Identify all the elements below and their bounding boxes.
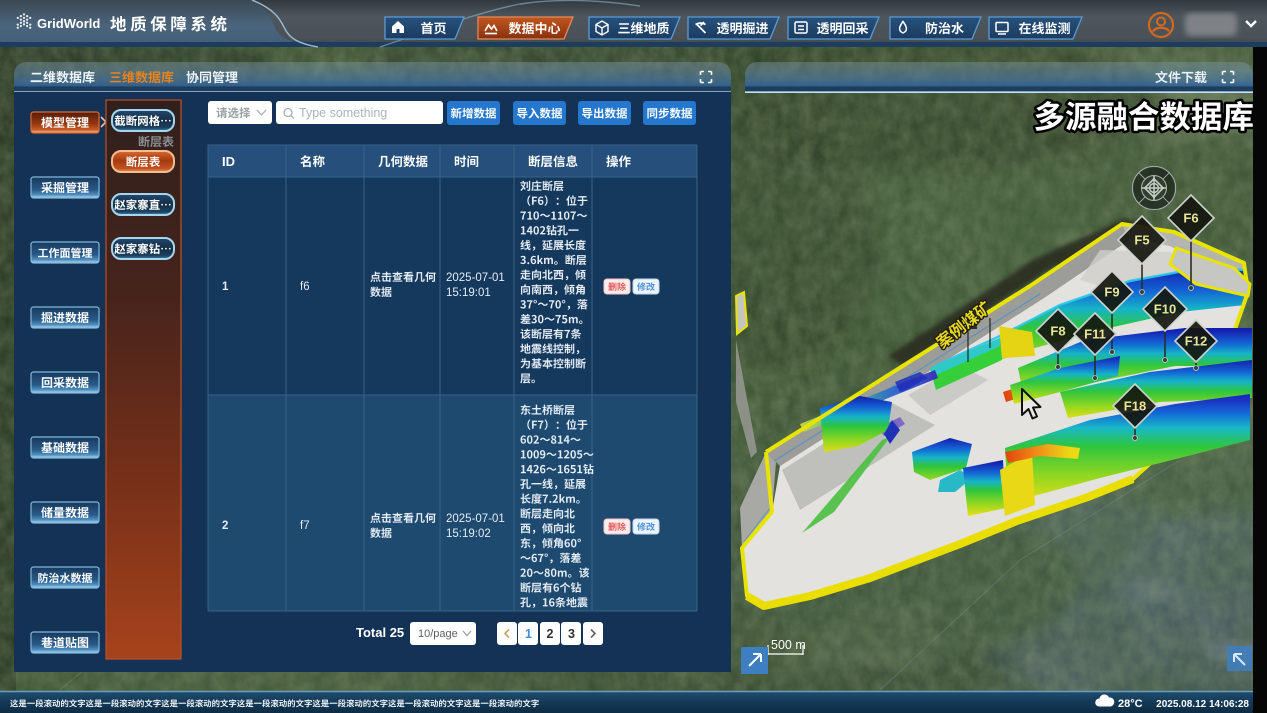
svg-text:F6: F6 xyxy=(1183,211,1198,226)
svg-text:F8: F8 xyxy=(1050,324,1065,339)
svg-text:1: 1 xyxy=(222,281,229,293)
svg-text:2025-07-01: 2025-07-01 xyxy=(446,272,505,284)
svg-text:Type something: Type something xyxy=(299,106,387,120)
svg-text:F9: F9 xyxy=(1104,285,1119,300)
svg-text:2025.08.12 14:06:28: 2025.08.12 14:06:28 xyxy=(1156,699,1249,710)
svg-text:15:19:02: 15:19:02 xyxy=(446,528,491,540)
svg-text:F18: F18 xyxy=(1124,399,1146,414)
svg-text:F5: F5 xyxy=(1134,233,1149,248)
svg-text:15:19:01: 15:19:01 xyxy=(446,287,491,299)
svg-text:2025-07-01: 2025-07-01 xyxy=(446,513,505,525)
svg-text:3: 3 xyxy=(568,627,575,641)
svg-text:F10: F10 xyxy=(1154,302,1176,317)
svg-text:2: 2 xyxy=(222,520,228,532)
svg-text:1: 1 xyxy=(525,627,532,641)
svg-text:f6: f6 xyxy=(300,281,310,293)
svg-text:10/page: 10/page xyxy=(418,628,458,640)
svg-text:F12: F12 xyxy=(1185,334,1207,349)
svg-text:ID: ID xyxy=(222,154,235,169)
svg-text:f7: f7 xyxy=(300,520,310,532)
svg-text:Total 25: Total 25 xyxy=(356,625,404,640)
svg-text:28°C: 28°C xyxy=(1118,698,1143,710)
svg-text:2: 2 xyxy=(547,627,554,641)
svg-text:GridWorld: GridWorld xyxy=(37,16,100,31)
svg-text:500 m: 500 m xyxy=(771,638,806,652)
svg-text:F11: F11 xyxy=(1084,327,1106,342)
